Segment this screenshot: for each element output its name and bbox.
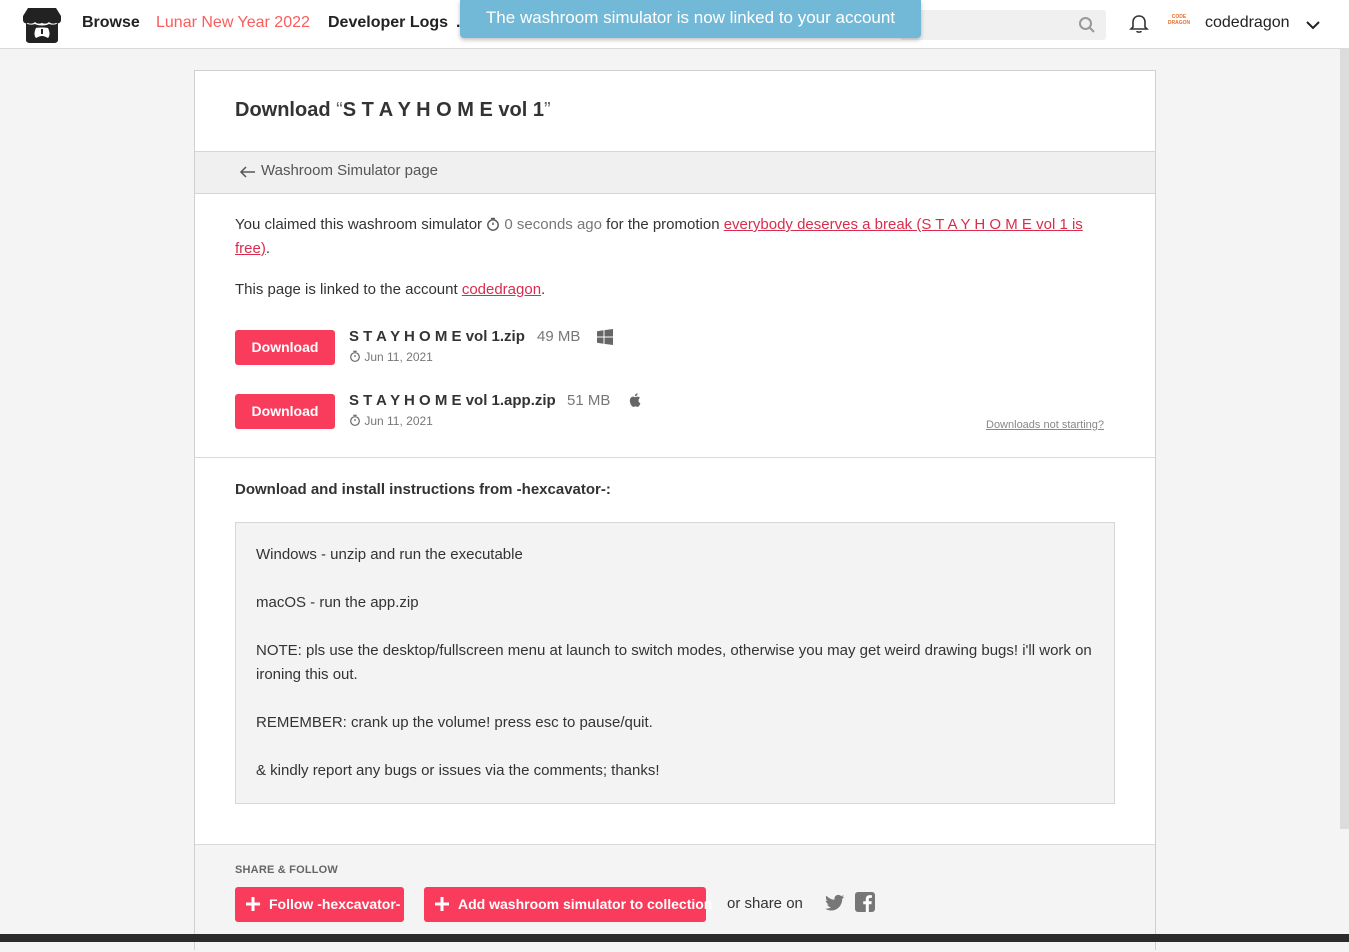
nav-developer-logs-link[interactable]: Developer Logs: [328, 14, 448, 32]
page-title: Download “S T A Y H O M E vol 1”: [235, 99, 551, 122]
follow-button-label: Follow -hexcavator-: [269, 896, 401, 912]
search-icon[interactable]: [1078, 16, 1096, 34]
add-to-collection-label: Add washroom simulator to collection: [458, 896, 713, 912]
file-size: 51 MB: [567, 392, 611, 409]
instruction-line: NOTE: pls use the desktop/fullscreen men…: [256, 642, 1092, 683]
title-close-quote: ”: [543, 99, 551, 121]
share-on-label: or share on: [727, 895, 803, 912]
back-link[interactable]: Washroom Simulator page: [261, 162, 438, 179]
nav-lunar-new-year-link[interactable]: Lunar New Year 2022: [156, 14, 310, 32]
follow-button[interactable]: Follow -hexcavator-: [235, 887, 404, 922]
instructions-heading: Download and install instructions from -…: [235, 481, 611, 498]
claim-text-after: .: [265, 240, 271, 257]
instruction-line: REMEMBER: crank up the volume! press esc…: [256, 714, 653, 731]
file-size: 49 MB: [537, 328, 581, 345]
downloads-not-starting-link[interactable]: Downloads not starting?: [986, 419, 1104, 431]
username-menu[interactable]: codedragon: [1205, 14, 1290, 32]
file-date: Jun 11, 2021: [349, 350, 433, 364]
search-input[interactable]: [900, 10, 1106, 40]
back-link-bar[interactable]: Washroom Simulator page: [195, 151, 1155, 194]
apple-icon: [629, 393, 641, 407]
title-game-name: S T A Y H O M E vol 1: [342, 99, 544, 121]
claim-text-before: You claimed this washroom simulator: [235, 216, 487, 233]
plus-icon: [435, 897, 449, 911]
instruction-line: Windows - unzip and run the executable: [256, 546, 523, 563]
linked-text-after: .: [541, 281, 546, 298]
title-prefix: Download: [235, 99, 337, 121]
notification-toast: The washroom simulator is now linked to …: [460, 0, 921, 38]
plus-icon: [246, 897, 260, 911]
chevron-down-icon[interactable]: [1303, 15, 1323, 35]
arrow-left-icon: [239, 166, 255, 178]
claim-message: You claimed this washroom simulator 0 se…: [235, 213, 1115, 261]
clock-icon: [350, 350, 360, 362]
file-name: S T A Y H O M E vol 1.app.zip: [349, 392, 556, 409]
download-card: Download “S T A Y H O M E vol 1” Washroo…: [194, 70, 1156, 952]
instructions-box: Windows - unzip and run the executable m…: [235, 522, 1115, 804]
bell-icon[interactable]: [1128, 13, 1150, 35]
account-link[interactable]: codedragon: [462, 281, 541, 298]
itchio-logo-icon[interactable]: [22, 6, 62, 44]
file-date-text: Jun 11, 2021: [364, 350, 433, 364]
instruction-line: macOS - run the app.zip: [256, 594, 419, 611]
clock-icon: [487, 217, 500, 231]
download-button-mac[interactable]: Download: [235, 394, 335, 429]
bottom-bar: [0, 934, 1349, 942]
share-follow-label: SHARE & FOLLOW: [235, 864, 339, 876]
file-name: S T A Y H O M E vol 1.zip: [349, 328, 525, 345]
title-open-quote: “: [336, 99, 343, 121]
windows-icon: [597, 329, 613, 345]
claim-time: 0 seconds ago: [504, 216, 602, 233]
linked-account-message: This page is linked to the account coded…: [235, 281, 545, 298]
divider: [195, 457, 1155, 458]
file-date-text: Jun 11, 2021: [364, 414, 433, 428]
file-date: Jun 11, 2021: [349, 414, 433, 428]
download-button-windows[interactable]: Download: [235, 330, 335, 365]
instruction-line: & kindly report any bugs or issues via t…: [256, 762, 660, 779]
avatar[interactable]: CODE DRAGON: [1166, 14, 1192, 34]
twitter-icon[interactable]: [825, 894, 845, 912]
facebook-icon[interactable]: [855, 892, 875, 912]
linked-text-before: This page is linked to the account: [235, 281, 462, 298]
nav-browse-link[interactable]: Browse: [82, 14, 140, 32]
add-to-collection-button[interactable]: Add washroom simulator to collection: [424, 887, 712, 922]
scrollbar[interactable]: [1340, 49, 1349, 829]
clock-icon: [350, 414, 360, 426]
claim-text-middle: for the promotion: [601, 216, 724, 233]
